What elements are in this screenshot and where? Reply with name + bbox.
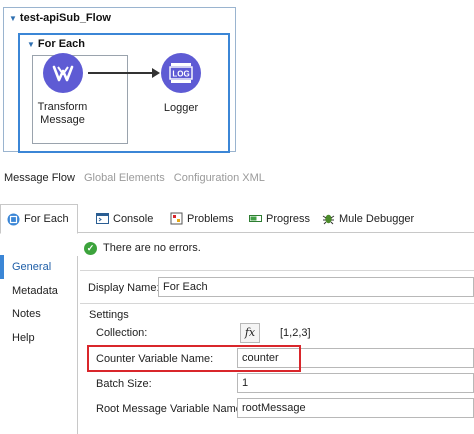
- transform-message-label: Transform Message: [37, 101, 88, 126]
- sidebar-item-notes[interactable]: Notes: [12, 308, 41, 320]
- root-message-variable-label: Root Message Variable Name:: [96, 403, 245, 415]
- highlight-annotation: [87, 345, 301, 372]
- divider: [80, 270, 474, 271]
- collection-value[interactable]: [1,2,3]: [280, 327, 311, 339]
- view-tab-bar: For Each Console Problems Progress Mule …: [0, 204, 474, 234]
- tab-global-elements[interactable]: Global Elements: [84, 172, 165, 184]
- svg-text:LOG: LOG: [172, 70, 189, 79]
- console-icon: [96, 212, 109, 225]
- dataweave-icon: [52, 65, 74, 82]
- progress-icon: [249, 212, 262, 225]
- divider: [80, 303, 474, 304]
- transform-message-node[interactable]: [43, 53, 83, 93]
- tab-console[interactable]: Console: [96, 204, 153, 233]
- debugger-icon: [322, 212, 335, 225]
- foreach-icon: [7, 213, 20, 226]
- flow-title[interactable]: ▼ test-apiSub_Flow: [9, 12, 111, 24]
- problems-icon: [170, 212, 183, 225]
- logger-node[interactable]: LOG: [161, 53, 201, 93]
- arrow-head-icon: [152, 68, 160, 78]
- collapse-triangle-icon[interactable]: ▼: [27, 40, 35, 49]
- tab-progress[interactable]: Progress: [249, 204, 310, 233]
- collapse-triangle-icon[interactable]: ▼: [9, 14, 17, 23]
- flow-connector-arrow: [88, 72, 156, 74]
- sidebar-item-general[interactable]: General: [12, 261, 51, 273]
- expression-mode-button[interactable]: fx: [240, 323, 260, 343]
- batch-size-field[interactable]: 1: [237, 373, 474, 393]
- collection-label: Collection:: [96, 327, 148, 339]
- tab-problems[interactable]: Problems: [170, 204, 233, 233]
- for-each-title: ▼ For Each: [27, 38, 85, 50]
- tab-configuration-xml[interactable]: Configuration XML: [174, 172, 265, 184]
- settings-group-label: Settings: [89, 309, 129, 321]
- display-name-label: Display Name:: [88, 282, 160, 294]
- sidebar-active-indicator: [0, 255, 4, 279]
- tab-for-each[interactable]: For Each: [0, 204, 78, 234]
- check-icon: ✓: [84, 241, 97, 255]
- validation-status: ✓ There are no errors.: [84, 241, 201, 255]
- root-message-variable-field[interactable]: rootMessage: [237, 398, 474, 418]
- tab-mule-debugger[interactable]: Mule Debugger: [322, 204, 414, 233]
- sidebar-item-help[interactable]: Help: [12, 332, 35, 344]
- logger-icon: LOG: [169, 63, 193, 83]
- editor-tabs: Message Flow Global Elements Configurati…: [4, 172, 271, 186]
- tab-message-flow[interactable]: Message Flow: [4, 172, 75, 184]
- batch-size-label: Batch Size:: [96, 378, 152, 390]
- display-name-field[interactable]: For Each: [158, 277, 474, 297]
- properties-sidebar: [0, 256, 78, 434]
- sidebar-item-metadata[interactable]: Metadata: [12, 285, 58, 297]
- logger-label: Logger: [163, 102, 199, 114]
